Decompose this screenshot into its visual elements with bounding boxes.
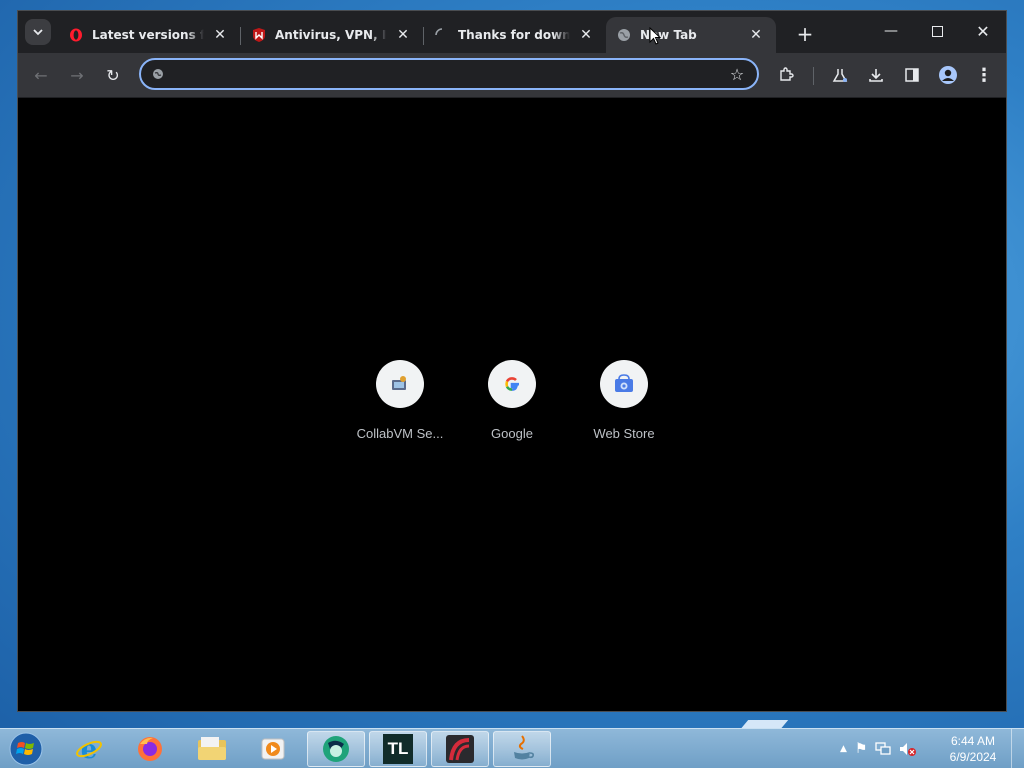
show-desktop-button[interactable] [1011, 729, 1024, 768]
collabvm-icon [392, 376, 406, 390]
shortcut-label: Web Store [593, 426, 655, 441]
shortcut-label: Google [491, 426, 533, 441]
maximize-icon [931, 25, 943, 37]
taskbar: e TL ▲ ⚑ 6:44 AM 6/9/2024 [0, 728, 1024, 768]
address-input[interactable] [173, 62, 717, 88]
browser-window: Latest versions for W ✕ Antivirus, VPN, … [17, 10, 1007, 712]
reload-button[interactable]: ↻ [101, 63, 125, 87]
loading-spinner-icon [434, 27, 450, 43]
arrow-left-icon: ← [34, 65, 48, 85]
download-icon [869, 69, 883, 82]
tab-title: Latest versions for W [92, 28, 204, 42]
toolbar-divider [813, 67, 814, 85]
app-green-icon [323, 736, 349, 762]
taskbar-java[interactable] [493, 731, 551, 767]
side-panel-button[interactable] [900, 63, 924, 87]
red-app-icon [446, 735, 474, 763]
globe-icon [616, 27, 632, 43]
system-tray: ▲ ⚑ [840, 729, 917, 768]
avatar-icon [939, 66, 957, 84]
taskbar-internet-explorer[interactable]: e [60, 731, 118, 767]
profile-button[interactable] [936, 63, 960, 87]
firefox-icon [138, 737, 162, 761]
internet-explorer-icon: e [76, 735, 102, 764]
close-window-button[interactable]: ✕ [960, 17, 1006, 45]
web-store-icon [615, 374, 633, 392]
address-bar[interactable]: ☆ [139, 58, 759, 90]
taskbar-red-app[interactable] [431, 731, 489, 767]
tab-mcafee[interactable]: Antivirus, VPN, Iden ✕ [241, 17, 423, 53]
reload-icon: ↻ [106, 65, 120, 85]
labs-button[interactable] [828, 63, 852, 87]
minimize-button[interactable]: — [868, 17, 914, 45]
shortcut-tile[interactable] [376, 360, 424, 408]
taskbar-clock[interactable]: 6:44 AM 6/9/2024 [940, 733, 1006, 765]
google-g-icon [505, 377, 519, 391]
tab-new-tab[interactable]: New Tab ✕ [606, 17, 776, 53]
close-icon: ✕ [976, 21, 990, 41]
mouse-cursor-icon [649, 27, 661, 45]
tab-search-button[interactable] [25, 19, 51, 45]
shortcut-label: CollabVM Se... [356, 426, 444, 441]
plus-icon: + [796, 22, 814, 46]
minimize-icon: — [884, 23, 898, 39]
bookmark-star-icon[interactable]: ☆ [727, 64, 747, 84]
side-panel-icon [905, 68, 919, 82]
tl-app-label: TL [387, 739, 409, 758]
shortcut-collabvm[interactable]: CollabVM Se... [344, 360, 456, 441]
taskbar-media-player[interactable] [244, 731, 302, 767]
taskbar-tl-app[interactable]: TL [369, 731, 427, 767]
taskbar-green-app[interactable] [307, 731, 365, 767]
opera-icon [68, 27, 84, 43]
maximize-button[interactable] [914, 17, 960, 45]
taskbar-file-explorer[interactable] [183, 731, 241, 767]
tl-app-icon: TL [383, 734, 413, 764]
java-icon [514, 735, 534, 760]
media-player-icon [261, 738, 285, 760]
close-tab-icon[interactable]: ✕ [576, 25, 596, 45]
kebab-menu-icon: ⋮ [975, 64, 993, 86]
shortcut-tile[interactable] [600, 360, 648, 408]
svg-text:e: e [81, 735, 98, 764]
taskbar-firefox[interactable] [121, 731, 179, 767]
extensions-button[interactable] [774, 63, 798, 87]
downloads-button[interactable] [864, 63, 888, 87]
tab-opera[interactable]: Latest versions for W ✕ [58, 17, 240, 53]
action-center-flag-icon[interactable]: ⚑ [855, 741, 868, 757]
tab-download[interactable]: Thanks for downloa ✕ [424, 17, 606, 53]
back-button[interactable]: ← [29, 63, 53, 87]
mcafee-icon [251, 27, 267, 43]
tab-title: Antivirus, VPN, Iden [275, 28, 387, 42]
network-icon[interactable] [875, 742, 892, 756]
browser-toolbar: ← → ↻ ☆ ⋮ [18, 53, 1006, 97]
start-button[interactable] [6, 731, 46, 767]
tab-strip: Latest versions for W ✕ Antivirus, VPN, … [18, 11, 1006, 53]
close-tab-icon[interactable]: ✕ [746, 25, 766, 45]
file-explorer-icon [198, 737, 226, 760]
close-tab-icon[interactable]: ✕ [393, 25, 413, 45]
shortcut-google[interactable]: Google [456, 360, 568, 441]
shortcut-web-store[interactable]: Web Store [568, 360, 680, 441]
shortcut-tile[interactable] [488, 360, 536, 408]
puzzle-icon [780, 67, 794, 81]
close-tab-icon[interactable]: ✕ [210, 25, 230, 45]
site-info-icon [149, 65, 167, 83]
flask-icon [832, 69, 848, 82]
new-tab-button[interactable]: + [792, 21, 818, 47]
windows-orb-icon [9, 732, 43, 766]
clock-date: 6/9/2024 [949, 750, 997, 764]
forward-button[interactable]: → [65, 63, 89, 87]
menu-button[interactable]: ⋮ [972, 63, 996, 87]
volume-muted-icon[interactable] [899, 742, 917, 756]
clock-time: 6:44 AM [950, 734, 996, 748]
tray-expand-icon[interactable]: ▲ [840, 744, 847, 754]
tab-title: Thanks for downloa [458, 28, 570, 42]
arrow-right-icon: → [70, 65, 84, 85]
new-tab-page: CollabVM Se... Google Web Store [18, 98, 1006, 711]
chevron-down-icon [33, 29, 43, 36]
